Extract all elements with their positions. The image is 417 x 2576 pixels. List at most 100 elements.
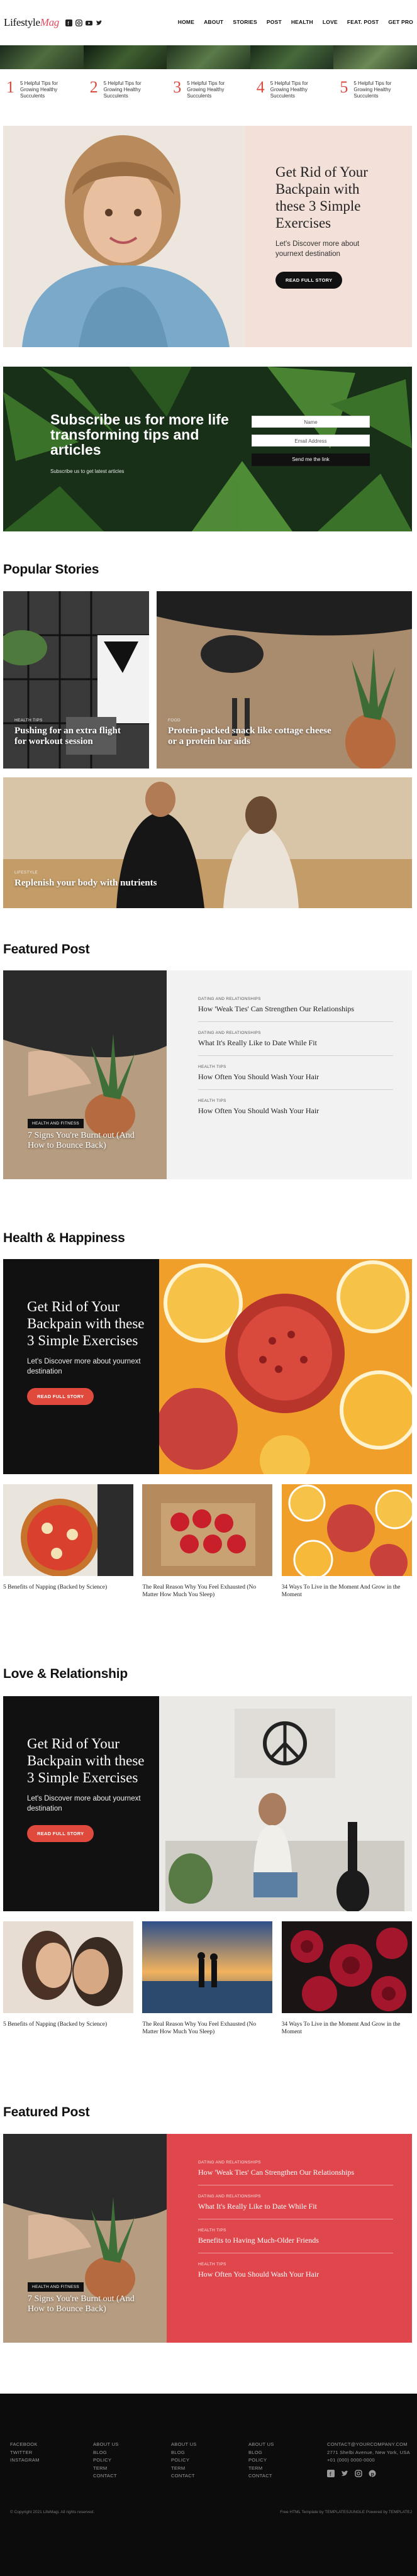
featured-list-item[interactable]: DATING AND RELATIONSHIPS What It's Really… <box>198 1022 393 1056</box>
tip-title[interactable]: 5 Helpful Tips for Growing Healthy Succu… <box>353 80 410 99</box>
read-full-story-button[interactable]: READ FULL STORY <box>27 1825 94 1842</box>
contact-email[interactable]: CONTACT@YOURCOMPANY.COM <box>327 2441 415 2449</box>
citrus-slices-image <box>281 1484 412 1576</box>
instagram-icon[interactable] <box>75 19 82 26</box>
story-card[interactable]: HEALTH TIPS Pushing for an extra flight … <box>3 591 149 769</box>
footer-link[interactable]: CONTACT <box>171 2472 197 2480</box>
footer-link[interactable]: TERM <box>248 2465 274 2473</box>
footer-link[interactable]: TWITTER <box>10 2449 40 2457</box>
item-title[interactable]: How Often You Should Wash Your Hair <box>198 1072 393 1082</box>
twitter-icon[interactable] <box>341 2470 348 2477</box>
featured-list-item[interactable]: DATING AND RELATIONSHIPS How 'Weak Ties' … <box>198 2151 393 2185</box>
footer-link[interactable]: BLOG <box>248 2449 274 2457</box>
love-panel-title[interactable]: Get Rid of Your Backpain with these 3 Si… <box>27 1735 147 1786</box>
article-card[interactable]: 5 Benefits of Napping (Backed by Science… <box>3 1484 133 1599</box>
footer-link[interactable]: CONTACT <box>93 2472 119 2480</box>
article-card[interactable]: The Real Reason Why You Feel Exhausted (… <box>142 1921 273 2036</box>
citrus-image <box>159 1259 412 1474</box>
article-card[interactable]: 34 Ways To Live in the Moment And Grow i… <box>281 1484 412 1599</box>
tip-title[interactable]: 5 Helpful Tips for Growing Healthy Succu… <box>20 80 77 99</box>
nav-about[interactable]: ABOUT <box>204 19 223 25</box>
health-panel-title[interactable]: Get Rid of Your Backpain with these 3 Si… <box>27 1298 147 1349</box>
story-category: FOOD <box>168 718 181 723</box>
footer-link[interactable]: BLOG <box>171 2449 197 2457</box>
featured-list-item[interactable]: DATING AND RELATIONSHIPS How 'Weak Ties' … <box>198 988 393 1022</box>
tip-card[interactable]: 3 5 Helpful Tips for Growing Healthy Succ… <box>167 45 250 127</box>
hero-title[interactable]: Get Rid of Your Backpain with these 3 Si… <box>275 164 387 231</box>
featured-caption[interactable]: 7 Signs You're Burnt out (And How to Bou… <box>28 2294 147 2314</box>
featured-list-item[interactable]: HEALTH TIPS Benefits to Having Much-Older… <box>198 2219 393 2253</box>
item-title[interactable]: How Often You Should Wash Your Hair <box>198 1106 393 1116</box>
footer-link[interactable]: POLICY <box>248 2457 274 2465</box>
tip-title[interactable]: 5 Helpful Tips for Growing Healthy Succu… <box>187 80 243 99</box>
article-card[interactable]: 5 Benefits of Napping (Backed by Science… <box>3 1921 133 2036</box>
item-title[interactable]: How 'Weak Ties' Can Strengthen Our Relat… <box>198 1004 393 1014</box>
footer-link[interactable]: ABOUT US <box>248 2441 274 2449</box>
item-title[interactable]: How 'Weak Ties' Can Strengthen Our Relat… <box>198 2168 393 2177</box>
footer-link[interactable]: POLICY <box>171 2457 197 2465</box>
article-title[interactable]: The Real Reason Why You Feel Exhausted (… <box>142 2021 272 2036</box>
tip-card[interactable]: 1 5 Helpful Tips for Growing Healthy Succ… <box>0 45 84 127</box>
article-title[interactable]: 34 Ways To Live in the Moment And Grow i… <box>282 2021 412 2036</box>
article-title[interactable]: 34 Ways To Live in the Moment And Grow i… <box>282 1584 412 1599</box>
tip-card[interactable]: 2 5 Helpful Tips for Growing Healthy Succ… <box>83 45 167 127</box>
item-title[interactable]: How Often You Should Wash Your Hair <box>198 2270 393 2279</box>
story-card[interactable]: LIFESTYLE Replenish your body with nutri… <box>3 777 412 908</box>
facebook-icon[interactable]: f <box>327 2469 335 2477</box>
story-title[interactable]: Replenish your body with nutrients <box>14 878 157 889</box>
youtube-icon[interactable] <box>86 19 92 26</box>
article-card[interactable]: The Real Reason Why You Feel Exhausted (… <box>142 1484 273 1599</box>
nav-stories[interactable]: STORIES <box>233 19 257 25</box>
article-title[interactable]: The Real Reason Why You Feel Exhausted (… <box>142 1584 272 1599</box>
pinterest-icon[interactable]: p <box>369 2470 376 2477</box>
nav-home[interactable]: HOME <box>178 19 194 25</box>
featured-caption[interactable]: 7 Signs You're Burnt out (And How to Bou… <box>28 1131 147 1151</box>
item-title[interactable]: What It's Really Like to Date While Fit <box>198 2202 393 2211</box>
footer-link[interactable]: ABOUT US <box>93 2441 119 2449</box>
featured-image[interactable]: HEALTH AND FITNESS 7 Signs You're Burnt … <box>3 2134 167 2343</box>
story-card[interactable]: FOOD Protein-packed snack like cottage c… <box>157 591 412 769</box>
footer-link[interactable]: BLOG <box>93 2449 119 2457</box>
featured-image[interactable]: HEALTH AND FITNESS 7 Signs You're Burnt … <box>3 970 167 1179</box>
instagram-icon[interactable] <box>355 2469 362 2477</box>
tip-card[interactable]: 4 5 Helpful Tips for Growing Healthy Succ… <box>250 45 334 127</box>
template-credit[interactable]: Free HTML Template by TEMPLATESJUNGLE Po… <box>280 2510 412 2514</box>
footer-link[interactable]: TERM <box>93 2465 119 2473</box>
article-card[interactable]: 34 Ways To Live in the Moment And Grow i… <box>281 1921 412 2036</box>
featured-list-item[interactable]: HEALTH TIPS How Often You Should Wash You… <box>198 1056 393 1090</box>
twitter-icon[interactable] <box>96 19 103 26</box>
footer-link[interactable]: ABOUT US <box>171 2441 197 2449</box>
story-title[interactable]: Pushing for an extra flight for workout … <box>14 726 134 747</box>
email-input[interactable]: Email Address <box>252 435 370 447</box>
item-title[interactable]: What It's Really Like to Date While Fit <box>198 1038 393 1048</box>
featured-list-item[interactable]: HEALTH TIPS How Often You Should Wash You… <box>198 2253 393 2287</box>
featured-list-item[interactable]: HEALTH TIPS How Often You Should Wash You… <box>198 1090 393 1123</box>
article-title[interactable]: 5 Benefits of Napping (Backed by Science… <box>3 2021 133 2028</box>
item-title[interactable]: Benefits to Having Much-Older Friends <box>198 2236 393 2245</box>
nav-health[interactable]: HEALTH <box>291 19 313 25</box>
article-title[interactable]: 5 Benefits of Napping (Backed by Science… <box>3 1584 133 1591</box>
read-full-story-button[interactable]: READ FULL STORY <box>275 272 343 289</box>
site-logo[interactable]: LifestyleMag <box>4 16 59 29</box>
footer-link[interactable]: FACEBOOK <box>10 2441 40 2449</box>
footer-link[interactable]: CONTACT <box>248 2472 274 2480</box>
story-title[interactable]: Protein-packed snack like cottage cheese… <box>168 726 331 747</box>
nav-post[interactable]: POST <box>267 19 282 25</box>
send-link-button[interactable]: Send me the link <box>252 453 370 466</box>
footer-links-2: ABOUT US BLOG POLICY TERM CONTACT <box>171 2441 197 2480</box>
nav-love[interactable]: LOVE <box>323 19 338 25</box>
tip-title[interactable]: 5 Helpful Tips for Growing Healthy Succu… <box>104 80 160 99</box>
tip-title[interactable]: 5 Helpful Tips for Growing Healthy Succu… <box>270 80 327 99</box>
nav-feat-post[interactable]: FEAT. POST <box>347 19 379 25</box>
footer-link[interactable]: POLICY <box>93 2457 119 2465</box>
name-input[interactable]: Name <box>252 416 370 428</box>
facebook-icon[interactable]: f <box>65 19 72 26</box>
tip-card[interactable]: 5 5 Helpful Tips for Growing Healthy Succ… <box>333 45 417 127</box>
featured-list-item[interactable]: DATING AND RELATIONSHIPS What It's Really… <box>198 2185 393 2219</box>
woman-guitar-image <box>159 1696 412 1911</box>
nav-get-pro[interactable]: GET PRO <box>388 19 413 25</box>
read-full-story-button[interactable]: READ FULL STORY <box>27 1388 94 1405</box>
footer-link[interactable]: TERM <box>171 2465 197 2473</box>
subscribe-form: Name Email Address Send me the link <box>252 416 370 466</box>
footer-link[interactable]: INSTAGRAM <box>10 2457 40 2465</box>
